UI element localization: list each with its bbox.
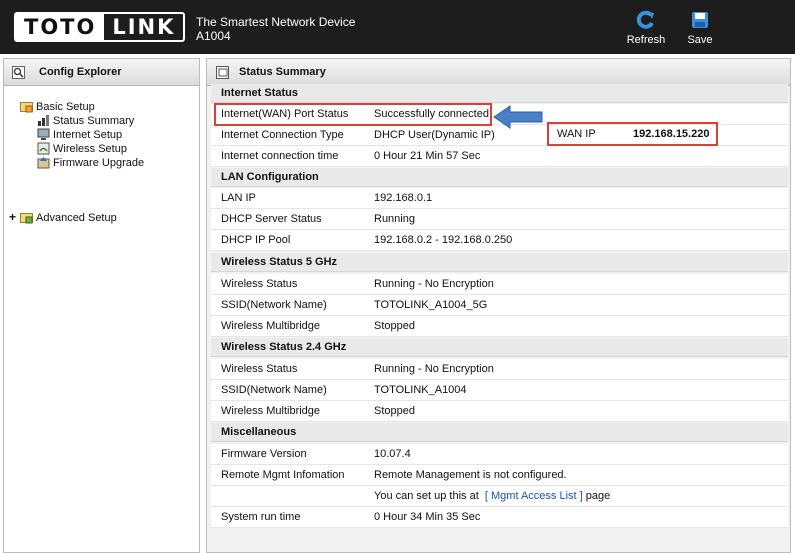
table-row: Remote Mgmt Infomation Remote Management… xyxy=(211,465,788,486)
header-tagline: The Smartest Network Device A1004 xyxy=(196,15,355,43)
firmware-version-label: Firmware Version xyxy=(221,448,307,460)
config-explorer-panel: Config Explorer Basic Setup Status Summa… xyxy=(3,58,200,553)
tree-advanced-setup[interactable]: Advanced Setup xyxy=(20,211,117,224)
tree-wireless-setup-label: Wireless Setup xyxy=(53,142,127,155)
table-row: SSID(Network Name) TOTOLINK_A1004_5G xyxy=(211,295,788,316)
tree-status-summary-label: Status Summary xyxy=(53,114,135,127)
folder-icon xyxy=(20,102,33,113)
table-row: SSID(Network Name) TOTOLINK_A1004 xyxy=(211,380,788,401)
connection-type-value: DHCP User(Dynamic IP) xyxy=(374,129,495,141)
table-row: Firmware Version 10.07.4 xyxy=(211,444,788,465)
remote-hint-prefix: You can set up this at xyxy=(374,490,479,502)
lan-ip-value: 192.168.0.1 xyxy=(374,192,433,204)
mgmt-access-list-link[interactable]: [ Mgmt Access List ] xyxy=(485,490,583,502)
table-row: Wireless Status Running - No Encryption xyxy=(211,274,788,295)
table-row: DHCP IP Pool 192.168.0.2 - 192.168.0.250 xyxy=(211,230,788,251)
dhcp-pool-value: 192.168.0.2 - 192.168.0.250 xyxy=(374,234,513,246)
wan-status-highlight xyxy=(214,103,492,126)
wan-ip-value: 192.168.15.220 xyxy=(633,128,710,140)
logo-left: TOTO xyxy=(16,14,105,40)
w24-multibridge-label: Wireless Multibridge xyxy=(221,405,321,417)
w24-status-label: Wireless Status xyxy=(221,363,298,375)
uptime-label: System run time xyxy=(221,511,301,523)
save-label: Save xyxy=(687,34,713,46)
tree-basic-setup-label: Basic Setup xyxy=(36,100,95,113)
table-row: Wireless Multibridge Stopped xyxy=(211,401,788,422)
w24-ssid-label: SSID(Network Name) xyxy=(221,384,327,396)
tree-basic-setup[interactable]: Basic Setup xyxy=(20,100,95,113)
table-row: Wireless Status Running - No Encryption xyxy=(211,359,788,380)
refresh-button[interactable]: Refresh xyxy=(621,10,671,46)
magnifier-icon xyxy=(12,65,25,79)
section-wireless-5ghz: Wireless Status 5 GHz xyxy=(211,253,788,272)
logo-right: LINK xyxy=(112,15,176,39)
connection-time-label: Internet connection time xyxy=(221,150,339,162)
remote-mgmt-hint: You can set up this at [ Mgmt Access Lis… xyxy=(374,490,610,502)
table-row: DHCP Server Status Running xyxy=(211,209,788,230)
w5-ssid-value: TOTOLINK_A1004_5G xyxy=(374,299,488,311)
upgrade-icon xyxy=(37,157,50,169)
lan-ip-label: LAN IP xyxy=(221,192,256,204)
computer-icon xyxy=(37,128,50,140)
connection-time-value: 0 Hour 21 Min 57 Sec xyxy=(374,150,481,162)
remote-hint-suffix: page xyxy=(585,490,611,502)
section-internet-status: Internet Status xyxy=(211,84,788,103)
w5-multibridge-value: Stopped xyxy=(374,320,415,332)
table-row: Wireless Multibridge Stopped xyxy=(211,316,788,337)
expand-toggle[interactable]: + xyxy=(9,210,16,224)
remote-mgmt-value: Remote Management is not configured. xyxy=(374,469,567,481)
wireless-icon xyxy=(37,142,50,155)
tree-internet-setup[interactable]: Internet Setup xyxy=(37,128,122,141)
dhcp-status-value: Running xyxy=(374,213,415,225)
window-icon xyxy=(216,65,229,79)
status-summary-title: Status Summary xyxy=(239,66,326,78)
config-explorer-title: Config Explorer xyxy=(39,66,122,78)
w5-status-value: Running - No Encryption xyxy=(374,278,494,290)
wan-ip-label: WAN IP xyxy=(557,128,596,140)
remote-mgmt-label: Remote Mgmt Infomation xyxy=(221,469,345,481)
w24-ssid-value: TOTOLINK_A1004 xyxy=(374,384,467,396)
w24-multibridge-value: Stopped xyxy=(374,405,415,417)
refresh-icon xyxy=(636,10,654,29)
folder-icon xyxy=(20,213,33,224)
table-row: You can set up this at [ Mgmt Access Lis… xyxy=(211,486,788,507)
uptime-value: 0 Hour 34 Min 35 Sec xyxy=(374,511,481,523)
save-button[interactable]: Save xyxy=(675,10,725,46)
w5-status-label: Wireless Status xyxy=(221,278,298,290)
tree-wireless-setup[interactable]: Wireless Setup xyxy=(37,142,127,155)
tree-firmware-upgrade-label: Firmware Upgrade xyxy=(53,156,145,169)
top-header: TOTO LINK The Smartest Network Device A1… xyxy=(0,0,795,54)
table-row: Internet connection time 0 Hour 21 Min 5… xyxy=(211,146,788,167)
tagline-text: The Smartest Network Device xyxy=(196,15,356,29)
config-explorer-header: Config Explorer xyxy=(4,59,199,86)
tree-internet-setup-label: Internet Setup xyxy=(53,128,123,141)
tree-advanced-setup-label: Advanced Setup xyxy=(36,211,117,224)
wan-ip-highlight: WAN IP 192.168.15.220 xyxy=(547,122,718,146)
w5-multibridge-label: Wireless Multibridge xyxy=(221,320,321,332)
tree-status-summary[interactable]: Status Summary xyxy=(37,114,134,127)
dhcp-pool-label: DHCP IP Pool xyxy=(221,234,291,246)
w24-status-value: Running - No Encryption xyxy=(374,363,494,375)
annotation-arrow-icon xyxy=(493,105,543,129)
table-row: System run time 0 Hour 34 Min 35 Sec xyxy=(211,507,788,528)
model-name: A1004 xyxy=(196,29,231,43)
tree-firmware-upgrade[interactable]: Firmware Upgrade xyxy=(37,156,144,169)
firmware-version-value: 10.07.4 xyxy=(374,448,411,460)
refresh-label: Refresh xyxy=(626,34,666,46)
bar-chart-icon xyxy=(38,115,49,126)
status-summary-header: Status Summary xyxy=(207,59,790,86)
section-miscellaneous: Miscellaneous xyxy=(211,423,788,442)
section-lan-configuration: LAN Configuration xyxy=(211,168,788,187)
table-row: LAN IP 192.168.0.1 xyxy=(211,188,788,209)
dhcp-status-label: DHCP Server Status xyxy=(221,213,322,225)
section-wireless-24ghz: Wireless Status 2.4 GHz xyxy=(211,338,788,357)
w5-ssid-label: SSID(Network Name) xyxy=(221,299,327,311)
save-icon xyxy=(692,12,708,28)
totolink-logo: TOTO LINK xyxy=(14,12,186,42)
connection-type-label: Internet Connection Type xyxy=(221,129,344,141)
